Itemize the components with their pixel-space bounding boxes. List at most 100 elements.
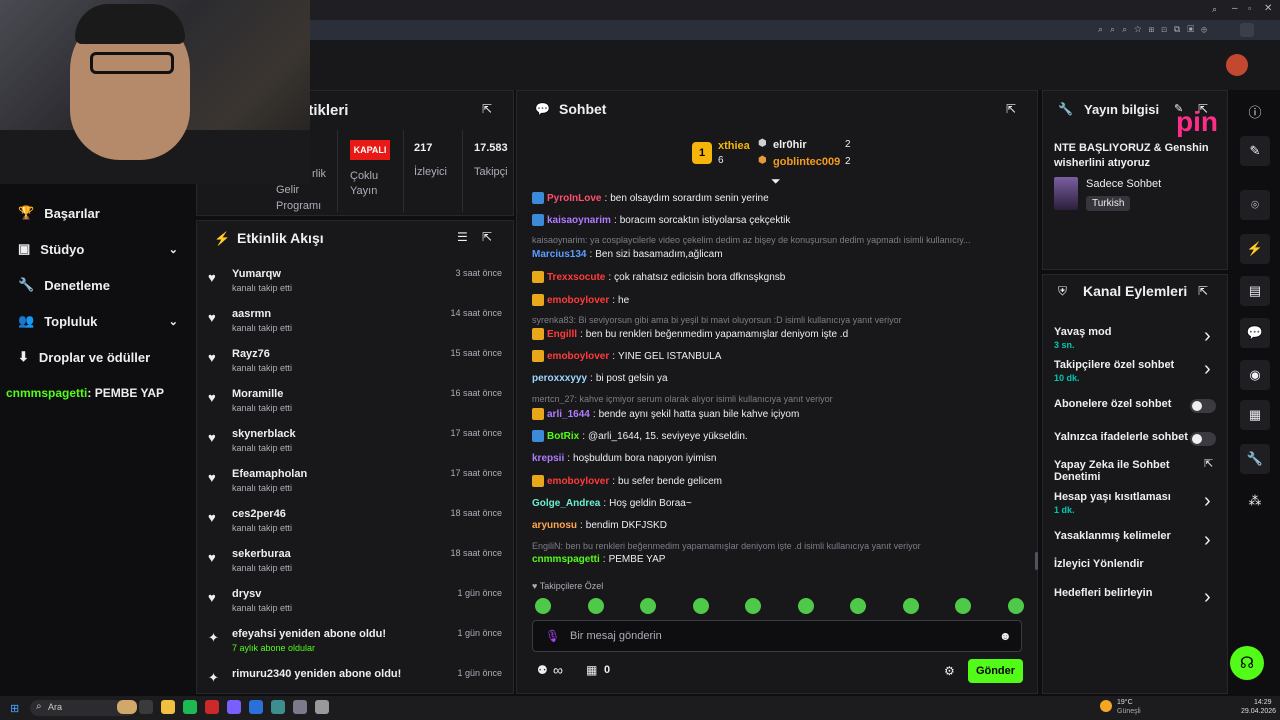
sidebar-item-studio[interactable]: ▣ Stüdyo ⌄ [18, 238, 178, 260]
channel-action-item[interactable]: Yasaklanmış kelimeler [1054, 530, 1216, 542]
toggle-switch[interactable] [1190, 399, 1216, 413]
chat-username[interactable]: Golge_Andrea [532, 498, 600, 509]
filter-icon[interactable]: ☰ [457, 230, 468, 244]
search-icon[interactable]: ⌕ [1212, 4, 1217, 15]
microphone-icon[interactable]: 🎙 [545, 629, 560, 643]
address-bar[interactable]: ⌕⌕⌕☆⊞⊡⧉▣⊕ [300, 20, 1280, 40]
popout-icon[interactable]: ⇱ [482, 102, 492, 116]
ai-extension-icon[interactable] [1240, 23, 1254, 37]
emote-icon[interactable] [850, 598, 866, 614]
list-item[interactable]: ♥ ces2per46 kanalı takip etti 18 saat önce [206, 508, 506, 546]
chat-username[interactable]: arli_1644 [547, 409, 590, 420]
leader-third-name[interactable]: goblintec009 [773, 156, 840, 168]
chat-message[interactable]: emoboylover: bu sefer bende gelicem [532, 475, 722, 487]
leader-first-name[interactable]: xthiea [718, 140, 750, 152]
list-item[interactable]: ♥ skynerblack kanalı takip etti 17 saat önc… [206, 428, 506, 466]
chat-username[interactable]: BotRix [547, 431, 579, 442]
emote-icon[interactable] [902, 598, 919, 614]
chat-username[interactable]: Trexxsocute [547, 272, 605, 283]
emote-icon[interactable] [587, 598, 604, 614]
sidebar-item-moderation[interactable]: 🔧 Denetleme [18, 274, 178, 296]
info-icon[interactable]: ⓘ [1240, 96, 1270, 126]
collapse-icon[interactable]: ⏷ [771, 174, 781, 189]
emote-icon[interactable] [535, 598, 551, 614]
layout-icon[interactable]: ▦ [1240, 400, 1270, 430]
chevron-right-icon[interactable]: › [1204, 529, 1211, 552]
chat-icon[interactable]: 💬 [1240, 318, 1270, 348]
taskbar-app-icon[interactable] [227, 700, 241, 714]
gift-icon[interactable]: ▦ [586, 663, 597, 677]
chat-message[interactable]: emoboylover: YINE GEL ISTANBULA [532, 350, 721, 362]
leader-second-name[interactable]: elr0hir [773, 139, 807, 151]
apps-icon[interactable]: ⁂ [1240, 486, 1270, 516]
chat-username[interactable]: aryunosu [532, 520, 577, 531]
popout-icon[interactable]: ⇱ [482, 230, 492, 244]
chat-message[interactable]: krepsii: hoşbuldum bora napıyon iyimisn [532, 453, 716, 464]
emote-icon[interactable] [745, 598, 761, 614]
extension-icons[interactable]: ⌕⌕⌕☆⊞⊡⧉▣⊕ [1098, 24, 1214, 35]
list-item[interactable]: ♥ sekerburaa kanalı takip etti 18 saat önce [206, 548, 506, 586]
taskbar-app-icon[interactable] [293, 700, 307, 714]
close-icon[interactable]: ✕ [1264, 3, 1272, 14]
list-item[interactable]: ♥ Yumarqw kanalı takip etti 3 saat önce [206, 268, 506, 306]
chat-message[interactable]: BotRix: @arli_1644, 15. seviyeye yükseldi… [532, 430, 748, 442]
emote-icon[interactable] [1007, 598, 1024, 614]
popout-icon[interactable]: ⇱ [1006, 102, 1016, 116]
camera-icon[interactable]: ⌾ [1240, 190, 1270, 220]
taskbar-app-icon[interactable] [205, 700, 219, 714]
channel-action-item[interactable]: Hesap yaşı kısıtlaması 1 dk. [1054, 491, 1216, 515]
chat-message[interactable]: Marcius134: Ben sizi basamadım,ağlicam [532, 249, 723, 260]
channel-action-item[interactable]: Yavaş mod 3 sn. [1054, 326, 1216, 350]
taskbar-app-icon[interactable] [249, 700, 263, 714]
list-item[interactable]: ♥ aasrmn kanalı takip etti 14 saat önce [206, 308, 506, 346]
emote-icon[interactable] [692, 598, 709, 614]
support-icon[interactable]: ☊ [1230, 646, 1264, 680]
chat-message[interactable]: kaisaoynarim: boracım sorcaktın istiyolar… [532, 214, 790, 226]
chat-message[interactable]: Golge_Andrea: Hoş geldin Boraa~ [532, 498, 692, 509]
chat-input[interactable]: 🎙 Bir mesaj gönderin ☻ [532, 620, 1022, 652]
category-name[interactable]: Sadece Sohbet [1086, 178, 1161, 190]
list-item[interactable]: ♥ drysv kanalı takip etti 1 gün önce [206, 588, 506, 626]
emote-icon[interactable] [640, 598, 656, 614]
chat-message[interactable]: emoboylover: he [532, 294, 629, 306]
channel-action-item[interactable]: Takipçilere özel sohbet 10 dk. [1054, 359, 1216, 383]
list-item[interactable]: ✦ efeyahsi yeniden abone oldu! 7 aylık abo… [206, 628, 506, 666]
sidebar-item-community[interactable]: 👥 Topluluk ⌄ [18, 310, 178, 332]
taskbar-app-icon[interactable] [139, 700, 153, 714]
taskbar-app-icon[interactable] [161, 700, 175, 714]
chat-message[interactable]: cnmmspagetti: PEMBE YAP [532, 554, 665, 565]
users-icon[interactable]: ⚉ [537, 663, 548, 677]
sidebar-item-drops[interactable]: ⬇ Droplar ve ödüller [18, 346, 178, 368]
chat-username[interactable]: PyroInLove [547, 193, 601, 204]
chevron-right-icon[interactable]: › [1204, 325, 1211, 348]
settings-icon[interactable]: ⚙ [944, 664, 955, 678]
chat-username[interactable]: Marcius134 [532, 249, 586, 260]
chat-message[interactable]: aryunosu: bendim DKFJSKD [532, 520, 667, 531]
chat-username[interactable]: Engilll [547, 329, 577, 340]
list-item[interactable]: ♥ Rayz76 kanalı takip etti 15 saat önce [206, 348, 506, 386]
chat-message[interactable]: arli_1644: bende aynı şekil hatta şuan bi… [532, 408, 799, 420]
chat-username[interactable]: emoboylover [547, 476, 609, 487]
chat-username[interactable]: emoboylover [547, 295, 609, 306]
document-icon[interactable]: ▤ [1240, 276, 1270, 306]
chat-message[interactable]: Engilll: ben bu renkleri beğenmedim yapam… [532, 328, 848, 340]
sidebar-item-achievements[interactable]: 🏆 Başarılar [18, 202, 178, 224]
send-button[interactable]: Gönder [968, 659, 1023, 683]
chat-message[interactable]: peroxxxyyy: bi post gelsin ya [532, 373, 668, 384]
maximize-icon[interactable]: ▫ [1248, 3, 1251, 13]
emoji-icon[interactable]: ☻ [999, 629, 1012, 643]
chat-username[interactable]: emoboylover [547, 351, 609, 362]
chat-scrollbar[interactable] [1035, 552, 1038, 570]
emote-icon[interactable] [955, 598, 971, 614]
windows-start-icon[interactable]: ⊞ [10, 702, 19, 715]
chat-message[interactable]: Trexxsocute: çok rahatsız edicisin bora d… [532, 271, 785, 283]
chat-username[interactable]: cnmmspagetti [532, 554, 600, 565]
list-item[interactable]: ♥ Moramille kanalı takip etti 16 saat önce [206, 388, 506, 426]
taskbar-app-icon[interactable] [315, 700, 329, 714]
chevron-right-icon[interactable]: › [1204, 490, 1211, 513]
chat-username[interactable]: krepsii [532, 453, 564, 464]
emote-icon[interactable] [797, 598, 814, 614]
taskbar-app-icon[interactable] [183, 700, 197, 714]
chat-message[interactable]: PyroInLove: ben olsaydım sorardım senin y… [532, 192, 769, 204]
lightning-icon[interactable]: ⚡ [1240, 234, 1270, 264]
